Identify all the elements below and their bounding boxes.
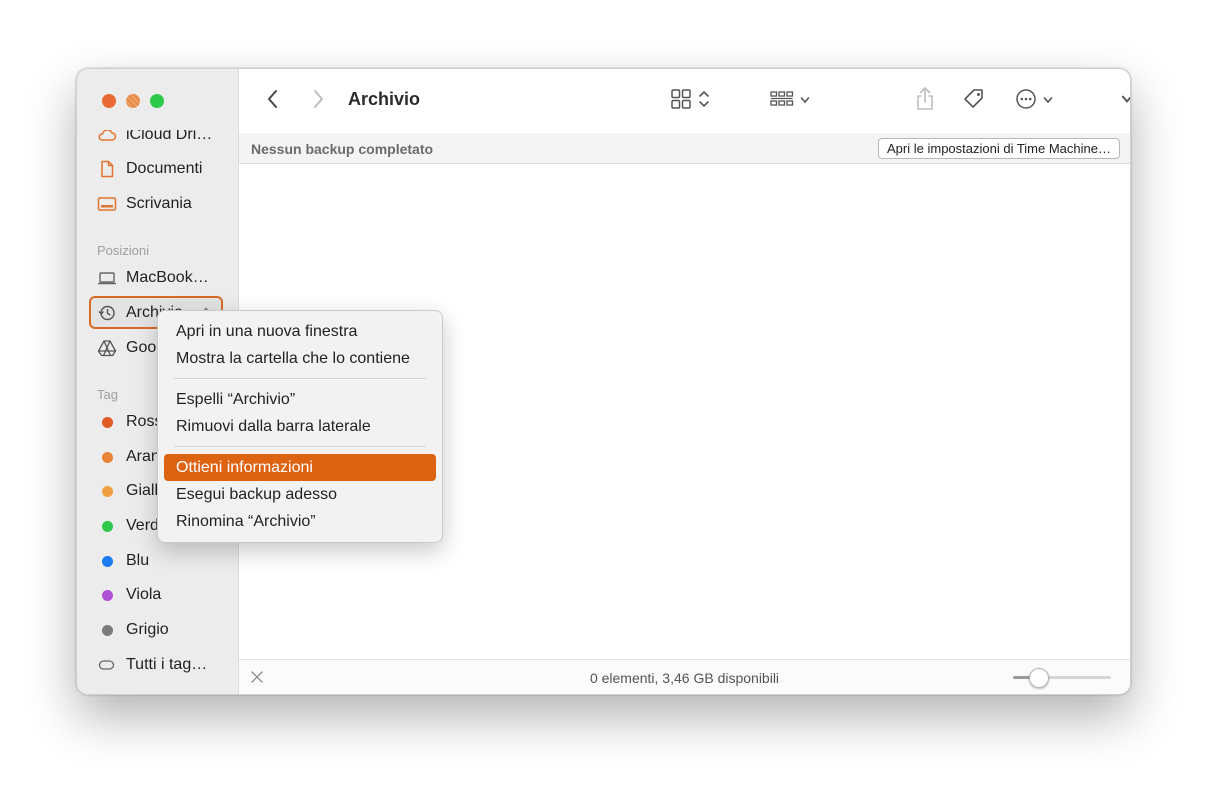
tag-color-dot	[101, 624, 113, 636]
sidebar-tag-grigio[interactable]: Grigio	[97, 617, 227, 643]
sidebar-item-documenti[interactable]: Documenti	[97, 156, 227, 182]
group-button[interactable]	[766, 69, 814, 133]
context-menu: Apri in una nuova finestra Mostra la car…	[157, 310, 443, 543]
tag-outline-icon	[97, 655, 117, 675]
close-window-button[interactable]	[102, 94, 116, 108]
sidebar-item-label: Grigio	[126, 621, 169, 638]
sidebar-favorites: iCloud Dri… Documenti Scrivania	[77, 130, 238, 235]
group-icon	[770, 89, 794, 114]
tag-color-dot	[101, 485, 113, 497]
sidebar-item-label: Blu	[126, 552, 150, 569]
open-time-machine-settings-button[interactable]: Apri le impostazioni di Time Machine…	[878, 138, 1120, 159]
document-icon	[97, 159, 117, 179]
sidebar-item-macbook[interactable]: MacBook…	[97, 265, 227, 291]
tag-color-dot	[101, 589, 113, 601]
sidebar-item-label: Viola	[126, 586, 162, 603]
tag-button[interactable]	[959, 69, 989, 133]
sidebar-tag-viola[interactable]: Viola	[97, 582, 227, 608]
backup-status-message: Nessun backup completato	[251, 141, 434, 157]
sidebar-all-tags[interactable]: Tutti i tag…	[97, 652, 227, 678]
view-mode-button[interactable]	[665, 69, 715, 133]
minimize-window-button[interactable]	[126, 94, 140, 108]
menu-item-get-info[interactable]: Ottieni informazioni	[164, 454, 436, 481]
sidebar-section-tags: Tag	[97, 387, 118, 402]
google-drive-icon	[97, 338, 117, 358]
toolbar-overflow-button[interactable]	[1117, 69, 1130, 133]
menu-item-remove-from-sidebar[interactable]: Rimuovi dalla barra laterale	[164, 413, 436, 440]
window-title: Archivio	[348, 89, 421, 109]
icon-size-slider[interactable]	[1013, 668, 1111, 688]
tag-color-dot	[101, 451, 113, 463]
time-machine-infobar: Nessun backup completato Apri le imposta…	[239, 133, 1130, 164]
chevron-up-down-icon	[698, 89, 710, 114]
menu-separator	[174, 446, 426, 447]
menu-item-rename[interactable]: Rinomina “Archivio”	[164, 508, 436, 535]
menu-item-eject[interactable]: Espelli “Archivio”	[164, 386, 436, 413]
ellipsis-circle-icon	[1015, 88, 1037, 115]
tag-icon	[962, 87, 986, 116]
grid-view-icon	[670, 88, 692, 115]
forward-button[interactable]	[306, 69, 330, 133]
sidebar-item-icloud-drive[interactable]: iCloud Dri…	[97, 130, 227, 148]
menu-item-show-enclosing-folder[interactable]: Mostra la cartella che lo contiene	[164, 345, 436, 372]
sidebar-item-scrivania[interactable]: Scrivania	[97, 191, 227, 217]
chevron-down-icon	[1121, 92, 1130, 110]
sidebar-section-locations: Posizioni	[97, 243, 150, 258]
slider-knob[interactable]	[1029, 668, 1049, 688]
share-icon	[915, 86, 935, 117]
tag-color-dot	[101, 520, 113, 532]
status-text: 0 elementi, 3,46 GB disponibili	[589, 670, 780, 686]
sidebar-item-label: MacBook…	[126, 269, 209, 286]
share-button[interactable]	[913, 69, 937, 133]
sidebar-item-label: Documenti	[126, 160, 203, 177]
chevron-down-icon	[800, 92, 810, 110]
menu-item-backup-now[interactable]: Esegui backup adesso	[164, 481, 436, 508]
sidebar-tag-blu[interactable]: Blu	[97, 548, 227, 574]
back-button[interactable]	[261, 69, 285, 133]
desktop-icon	[97, 194, 117, 214]
menu-item-open-new-window[interactable]: Apri in una nuova finestra	[164, 318, 436, 345]
time-machine-icon	[97, 303, 117, 323]
chevron-right-icon	[310, 88, 326, 115]
sidebar-item-label: iCloud Dri…	[126, 130, 213, 143]
sidebar-item-label: Tutti i tag…	[126, 656, 208, 673]
action-menu-button[interactable]	[1011, 69, 1057, 133]
status-bar: 0 elementi, 3,46 GB disponibili	[239, 659, 1130, 694]
cloud-icon	[97, 130, 117, 145]
sidebar-item-label: Scrivania	[126, 195, 192, 212]
tag-color-dot	[101, 416, 113, 428]
maximize-window-button[interactable]	[150, 94, 164, 108]
tag-color-dot	[101, 555, 113, 567]
toolbar: Archivio	[239, 69, 1130, 134]
menu-separator	[174, 378, 426, 379]
chevron-left-icon	[265, 88, 281, 115]
chevron-down-icon	[1043, 92, 1053, 110]
laptop-icon	[97, 268, 117, 288]
